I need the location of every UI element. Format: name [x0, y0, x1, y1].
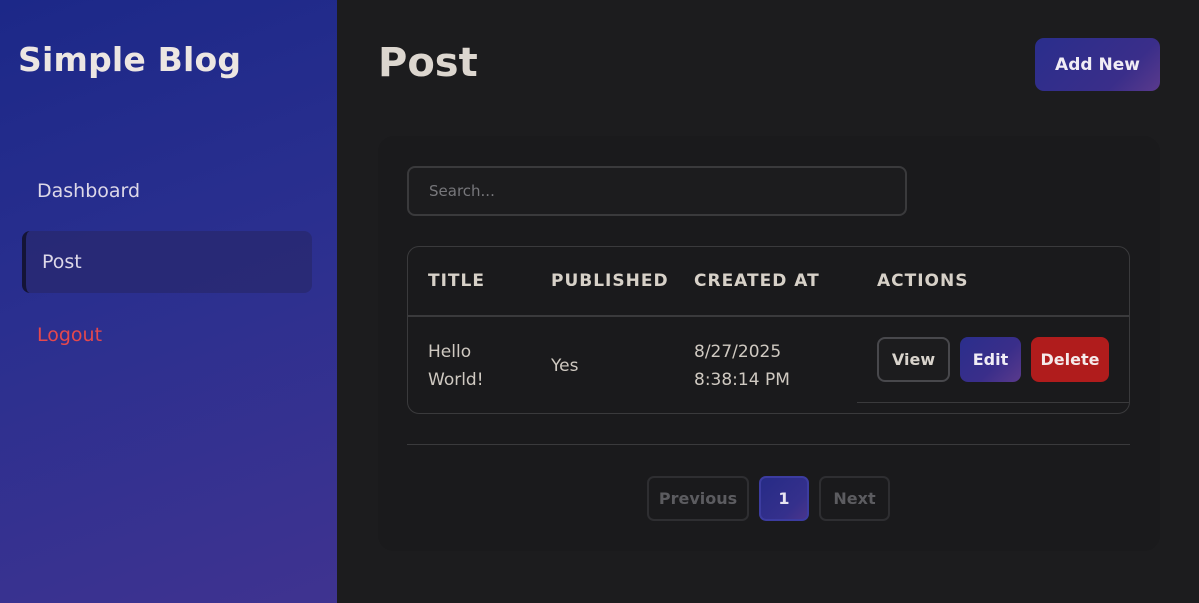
view-button[interactable]: View — [877, 337, 950, 382]
cell-title-line: Hello — [428, 342, 472, 362]
sidebar-item-logout[interactable]: Logout — [22, 304, 312, 366]
page-title: Post — [378, 40, 478, 86]
column-header-actions: ACTIONS — [877, 271, 969, 291]
delete-button[interactable]: Delete — [1031, 337, 1109, 382]
add-new-button[interactable]: Add New — [1035, 38, 1160, 91]
cell-created-at: 8/27/2025 8:38:14 PM — [694, 338, 790, 394]
edit-button[interactable]: Edit — [960, 337, 1021, 382]
column-header-published: PUBLISHED — [551, 271, 669, 291]
cell-title: Hello World! — [428, 338, 484, 394]
table-header-divider — [408, 315, 1129, 317]
pagination-previous-button[interactable]: Previous — [647, 476, 749, 521]
sidebar-item-post[interactable]: Post — [22, 231, 312, 293]
pagination-next-button[interactable]: Next — [819, 476, 890, 521]
cell-published: Yes — [551, 356, 579, 376]
cell-created-date: 8/27/2025 — [694, 342, 782, 362]
sidebar-item-dashboard[interactable]: Dashboard — [22, 160, 312, 222]
cell-title-line: World! — [428, 370, 484, 390]
sidebar: Simple Blog Dashboard Post Logout — [0, 0, 337, 603]
column-header-title: TITLE — [428, 271, 485, 291]
search-input[interactable] — [407, 166, 907, 216]
posts-table: TITLE PUBLISHED CREATED AT ACTIONS Hello… — [407, 246, 1130, 414]
cell-created-time: 8:38:14 PM — [694, 370, 790, 390]
column-header-created-at: CREATED AT — [694, 271, 820, 291]
brand-title: Simple Blog — [18, 40, 242, 79]
actions-cell-divider — [857, 402, 1129, 403]
pagination-page-1[interactable]: 1 — [759, 476, 809, 521]
pagination-divider — [407, 444, 1130, 445]
posts-card: TITLE PUBLISHED CREATED AT ACTIONS Hello… — [378, 136, 1160, 551]
